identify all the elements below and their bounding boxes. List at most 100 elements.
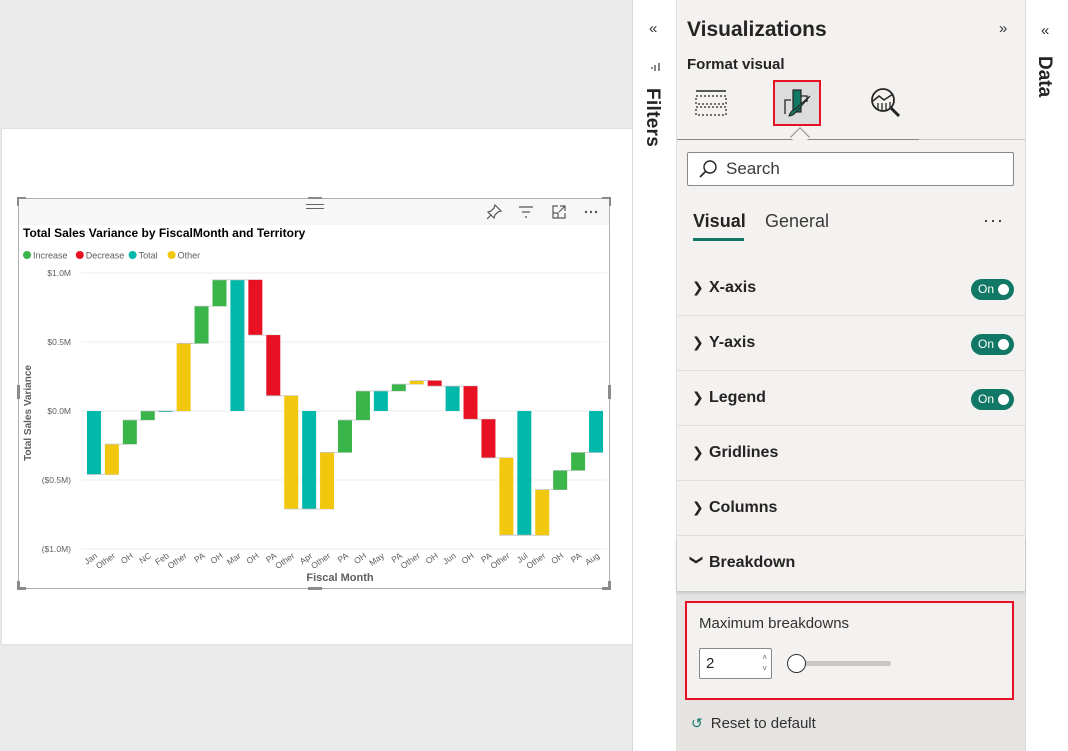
chevron-right-icon: ❯ xyxy=(692,334,704,350)
section-title: Columns xyxy=(709,499,778,516)
tab-general[interactable]: General xyxy=(765,211,829,232)
waterfall-bar xyxy=(104,444,119,475)
x-tick-label: Jun xyxy=(441,550,458,566)
pin-icon[interactable] xyxy=(484,202,504,222)
tab-visual[interactable]: Visual xyxy=(693,211,746,232)
section-x-axis[interactable]: ❯ X-axis On xyxy=(677,261,1025,316)
spin-down-icon[interactable]: ˅ xyxy=(762,665,767,673)
waterfall-visual[interactable]: Total Sales Variance by FiscalMonth and … xyxy=(17,197,611,590)
section-y-axis[interactable]: ❯ Y-axis On xyxy=(677,316,1025,371)
y-axis-toggle[interactable]: On xyxy=(971,334,1014,355)
toggle-knob xyxy=(998,339,1009,350)
x-tick-label: Other xyxy=(399,550,422,570)
x-tick-label: Mar xyxy=(225,550,243,567)
breakdown-body: Maximum breakdowns ˄ ˅ ↺ Reset to defaul… xyxy=(677,591,1025,751)
waterfall-bars xyxy=(86,279,604,536)
format-visual-tab[interactable] xyxy=(773,80,821,126)
waterfall-bar xyxy=(463,386,478,420)
x-tick-label: OH xyxy=(208,550,224,566)
maximum-breakdowns-input[interactable] xyxy=(700,649,745,678)
x-tick-label: Other xyxy=(524,550,547,570)
maximum-breakdowns-label: Maximum breakdowns xyxy=(699,615,850,632)
chart-title: Total Sales Variance by FiscalMonth and … xyxy=(23,226,306,240)
drag-grip-icon[interactable] xyxy=(306,204,324,212)
slider-thumb[interactable] xyxy=(787,654,806,673)
toggle-label: On xyxy=(978,282,995,296)
waterfall-bar xyxy=(517,411,532,536)
filters-collapse-icon[interactable]: « xyxy=(649,20,657,37)
spin-up-icon[interactable]: ˄ xyxy=(762,654,767,662)
filters-label[interactable]: Filters xyxy=(641,88,663,147)
reset-to-default-button[interactable]: ↺ Reset to default xyxy=(691,715,816,732)
x-tick-label: Other xyxy=(273,550,296,570)
section-title: Legend xyxy=(709,389,766,406)
section-title: Gridlines xyxy=(709,444,779,461)
search-box[interactable] xyxy=(687,152,1014,186)
x-tick-label: Other xyxy=(166,550,189,570)
legend-marker xyxy=(75,251,84,259)
tab-visual-underline xyxy=(693,238,744,241)
visualizations-pane: Visualizations » Format visual Search Vi… xyxy=(677,0,1025,751)
chart-legend: Increase Decrease Total Other xyxy=(23,251,200,261)
waterfall-bar xyxy=(553,470,568,490)
waterfall-bar xyxy=(409,380,424,385)
section-legend[interactable]: ❯ Legend On xyxy=(677,371,1025,426)
x-tick-label: OH xyxy=(352,550,368,566)
x-axis-title: Fiscal Month xyxy=(306,572,374,584)
waterfall-bar xyxy=(589,411,604,453)
legend-marker xyxy=(23,251,31,259)
more-options-icon[interactable]: ··· xyxy=(983,210,1004,231)
legend-label: Total xyxy=(139,251,158,261)
toggle-label: On xyxy=(978,392,995,406)
waterfall-bar xyxy=(391,384,406,391)
y-tick-label: $0.5M xyxy=(47,337,71,347)
y-axis-title: Total Sales Variance xyxy=(23,365,34,461)
legend-marker xyxy=(167,251,176,259)
section-columns[interactable]: ❯ Columns xyxy=(677,481,1025,536)
waterfall-bar xyxy=(194,306,209,344)
maximum-breakdowns-spinner[interactable]: ˄ ˅ xyxy=(699,648,772,679)
more-options-icon[interactable] xyxy=(581,202,601,222)
legend-toggle[interactable]: On xyxy=(971,389,1014,410)
x-tick-label: OH xyxy=(424,550,440,566)
waterfall-bar xyxy=(86,411,101,475)
x-tick-label: OH xyxy=(549,550,565,566)
data-collapse-icon[interactable]: « xyxy=(1041,22,1049,39)
chevron-right-icon: ❯ xyxy=(692,389,704,405)
focus-mode-icon[interactable] xyxy=(549,202,569,222)
waterfall-bar xyxy=(284,395,299,509)
x-tick-label: OH xyxy=(119,550,135,566)
legend-label: Other xyxy=(178,251,201,261)
waterfall-bar xyxy=(427,380,442,387)
analytics-icon xyxy=(871,88,901,118)
maximum-breakdowns-slider[interactable] xyxy=(787,653,893,673)
search-input[interactable] xyxy=(726,159,996,179)
analytics-tab[interactable] xyxy=(862,80,910,126)
filter-icon[interactable] xyxy=(516,202,536,222)
section-title: Y-axis xyxy=(709,334,756,351)
waterfall-bar xyxy=(338,419,352,453)
section-breakdown[interactable]: ❯ Breakdown xyxy=(677,536,1025,591)
chevron-right-icon: ❯ xyxy=(692,499,704,515)
x-tick-label: OH xyxy=(244,550,260,566)
expand-pane-icon[interactable]: » xyxy=(999,20,1007,37)
y-tick-label: $0.0M xyxy=(47,406,71,416)
section-gridlines[interactable]: ❯ Gridlines xyxy=(677,426,1025,481)
filters-pane: « Filters xyxy=(632,0,677,751)
x-axis-toggle[interactable]: On xyxy=(971,279,1014,300)
waterfall-bar xyxy=(212,279,227,307)
legend-label: Decrease xyxy=(86,251,125,261)
waterfall-bar xyxy=(248,279,263,336)
waterfall-bar xyxy=(176,343,191,411)
active-tab-caret xyxy=(790,127,810,147)
x-tick-label: PA xyxy=(192,550,207,565)
data-label[interactable]: Data xyxy=(1033,56,1055,97)
slider-track[interactable] xyxy=(795,661,891,666)
waterfall-bar xyxy=(535,489,550,536)
toggle-knob xyxy=(998,284,1009,295)
reset-icon: ↺ xyxy=(691,715,703,731)
waterfall-bar xyxy=(373,390,388,411)
search-icon xyxy=(699,160,717,178)
build-visual-tab[interactable] xyxy=(687,80,735,126)
section-title: Breakdown xyxy=(709,554,796,571)
